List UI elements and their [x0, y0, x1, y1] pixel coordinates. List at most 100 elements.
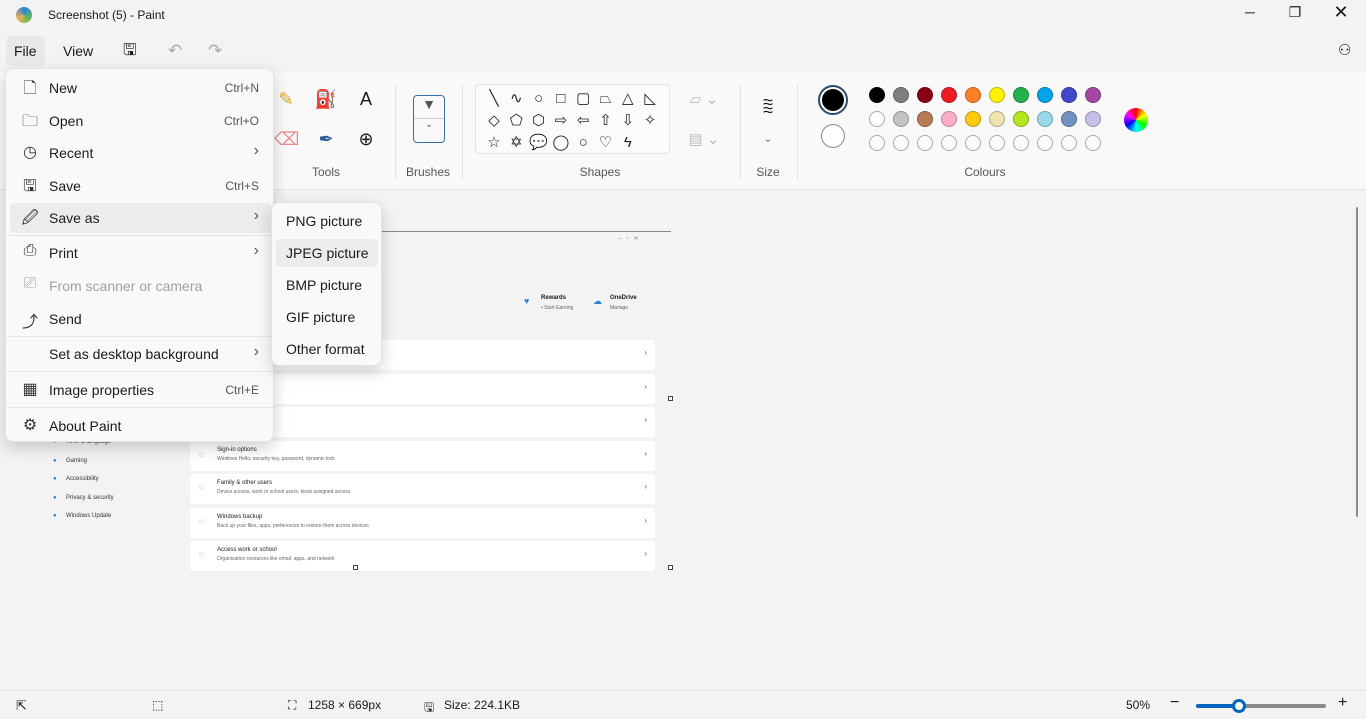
- fill-bucket-icon[interactable]: ⛽: [314, 87, 338, 111]
- magnifier-icon[interactable]: ⊕: [354, 127, 378, 151]
- primary-colour[interactable]: [818, 85, 848, 115]
- shape-fill-icon[interactable]: ▤ ⌄: [684, 128, 724, 152]
- resize-handle[interactable]: [668, 565, 673, 570]
- colour-swatch[interactable]: [917, 135, 933, 151]
- zoom-in-button[interactable]: +: [1338, 694, 1347, 712]
- file-menu-item-recent[interactable]: ◷ Recent ›: [10, 138, 271, 168]
- save-as-bmp-picture[interactable]: BMP picture: [276, 271, 378, 299]
- colour-swatch[interactable]: [917, 111, 933, 127]
- vertical-scrollbar[interactable]: [1356, 207, 1358, 517]
- file-menu-item-new[interactable]: 🗋 New Ctrl+N: [10, 73, 271, 103]
- shape-right-triangle-icon[interactable]: ◺: [640, 89, 660, 109]
- shape-triangle-icon[interactable]: △: [618, 89, 638, 109]
- resize-handle[interactable]: [353, 565, 358, 570]
- zoom-slider-thumb[interactable]: [1232, 699, 1247, 713]
- secondary-colour[interactable]: [821, 124, 845, 148]
- shape-up-arrow-icon[interactable]: ⇧: [596, 111, 616, 131]
- colour-swatch[interactable]: [1061, 111, 1077, 127]
- colour-swatch[interactable]: [1061, 135, 1077, 151]
- share-icon[interactable]: ⚇: [1330, 36, 1359, 66]
- file-menu-button[interactable]: File: [6, 36, 45, 66]
- shape-rectangle-icon[interactable]: □: [551, 89, 571, 109]
- colour-swatch[interactable]: [1037, 87, 1053, 103]
- shape-outline-icon[interactable]: ▱ ⌄: [684, 88, 724, 112]
- colour-swatch[interactable]: [989, 111, 1005, 127]
- size-icon[interactable]: ≈ ≈: [755, 93, 781, 119]
- undo-icon[interactable]: ↶: [160, 36, 190, 66]
- colour-swatch[interactable]: [1037, 111, 1053, 127]
- colour-swatch[interactable]: [989, 87, 1005, 103]
- edit-colours-icon[interactable]: [1124, 108, 1148, 132]
- shape-rounded-rectangle-icon[interactable]: ▢: [573, 89, 593, 109]
- colour-swatch[interactable]: [965, 87, 981, 103]
- zoom-out-button[interactable]: −: [1170, 694, 1179, 712]
- colour-swatch[interactable]: [1037, 135, 1053, 151]
- file-menu-item-about-paint[interactable]: ⚙ About Paint: [10, 411, 271, 441]
- zoom-slider[interactable]: [1196, 699, 1326, 713]
- file-menu-item-save-as[interactable]: 🖉 Save as ›: [10, 203, 271, 233]
- file-menu-item-save[interactable]: 🖫 Save Ctrl+S: [10, 171, 271, 201]
- shape-oval-icon[interactable]: ○: [529, 89, 549, 109]
- colour-swatch[interactable]: [869, 111, 885, 127]
- resize-handle[interactable]: [668, 396, 673, 401]
- colour-swatch[interactable]: [941, 87, 957, 103]
- shape-lightning-icon[interactable]: ϟ: [618, 133, 638, 153]
- file-menu-item-set-as-desktop-background[interactable]: Set as desktop background ›: [10, 339, 271, 369]
- chevron-down-icon[interactable]: ⌄: [756, 127, 780, 151]
- shape-down-arrow-icon[interactable]: ⇩: [618, 111, 638, 131]
- shape-cloud-callout-icon[interactable]: ○: [573, 133, 593, 153]
- pencil-icon[interactable]: ✎: [274, 87, 298, 111]
- colour-swatch[interactable]: [893, 111, 909, 127]
- colour-swatch[interactable]: [965, 135, 981, 151]
- shape-curve-icon[interactable]: ∿: [506, 89, 526, 109]
- shape-left-arrow-icon[interactable]: ⇦: [573, 111, 593, 131]
- colour-swatch[interactable]: [1061, 87, 1077, 103]
- colour-swatch[interactable]: [1085, 87, 1101, 103]
- redo-icon[interactable]: ↷: [200, 36, 230, 66]
- colour-swatch[interactable]: [1085, 135, 1101, 151]
- colour-swatch[interactable]: [965, 111, 981, 127]
- zoom-level[interactable]: 50%: [1126, 698, 1150, 712]
- save-as-jpeg-picture[interactable]: JPEG picture: [276, 239, 378, 267]
- shape-six-point-star-icon[interactable]: ✡: [506, 133, 526, 153]
- close-button[interactable]: ✕: [1329, 2, 1353, 23]
- shape-four-point-star-icon[interactable]: ✧: [640, 111, 660, 131]
- colour-swatch[interactable]: [917, 87, 933, 103]
- brushes-button[interactable]: ▼ ⌄: [413, 95, 445, 143]
- eraser-icon[interactable]: ⌫: [274, 127, 299, 151]
- colour-swatch[interactable]: [941, 135, 957, 151]
- colour-swatch[interactable]: [1085, 111, 1101, 127]
- file-menu-item-print[interactable]: ⎙ Print ›: [10, 238, 271, 268]
- shape-line-icon[interactable]: ╲: [484, 89, 504, 109]
- shape-rounded-callout-icon[interactable]: 💬: [529, 133, 549, 153]
- shape-oval-callout-icon[interactable]: ◯: [551, 133, 571, 153]
- file-menu-item-image-properties[interactable]: ▦ Image properties Ctrl+E: [10, 375, 271, 405]
- view-menu-button[interactable]: View: [55, 36, 101, 66]
- shape-polygon-icon[interactable]: ⏢: [596, 89, 616, 109]
- file-menu-item-open[interactable]: 🗀 Open Ctrl+O: [10, 106, 271, 136]
- colour-swatch[interactable]: [893, 135, 909, 151]
- file-menu-item-send[interactable]: ⤴ Send: [10, 304, 271, 334]
- save-as-gif-picture[interactable]: GIF picture: [276, 303, 378, 331]
- shape-hexagon-icon[interactable]: ⬡: [529, 111, 549, 131]
- save-as-other-format[interactable]: Other format: [276, 335, 378, 363]
- colour-swatch[interactable]: [869, 135, 885, 151]
- shape-pentagon-icon[interactable]: ⬠: [506, 111, 526, 131]
- shape-five-point-star-icon[interactable]: ☆: [484, 133, 504, 153]
- shape-diamond-icon[interactable]: ◇: [484, 111, 504, 131]
- text-icon[interactable]: A: [354, 87, 378, 111]
- colour-swatch[interactable]: [1013, 111, 1029, 127]
- shape-right-arrow-icon[interactable]: ⇨: [551, 111, 571, 131]
- colour-swatch[interactable]: [941, 111, 957, 127]
- colour-swatch[interactable]: [869, 87, 885, 103]
- colour-swatch[interactable]: [893, 87, 909, 103]
- save-as-png-picture[interactable]: PNG picture: [276, 207, 378, 235]
- minimize-button[interactable]: ─: [1238, 4, 1262, 20]
- colour-swatch[interactable]: [1013, 87, 1029, 103]
- save-icon[interactable]: 🖫: [115, 36, 145, 66]
- maximize-button[interactable]: ❐: [1283, 4, 1307, 21]
- colour-swatch[interactable]: [989, 135, 1005, 151]
- colour-picker-icon[interactable]: ✒: [314, 127, 338, 151]
- shape-heart-icon[interactable]: ♡: [596, 133, 616, 153]
- colour-swatch[interactable]: [1013, 135, 1029, 151]
